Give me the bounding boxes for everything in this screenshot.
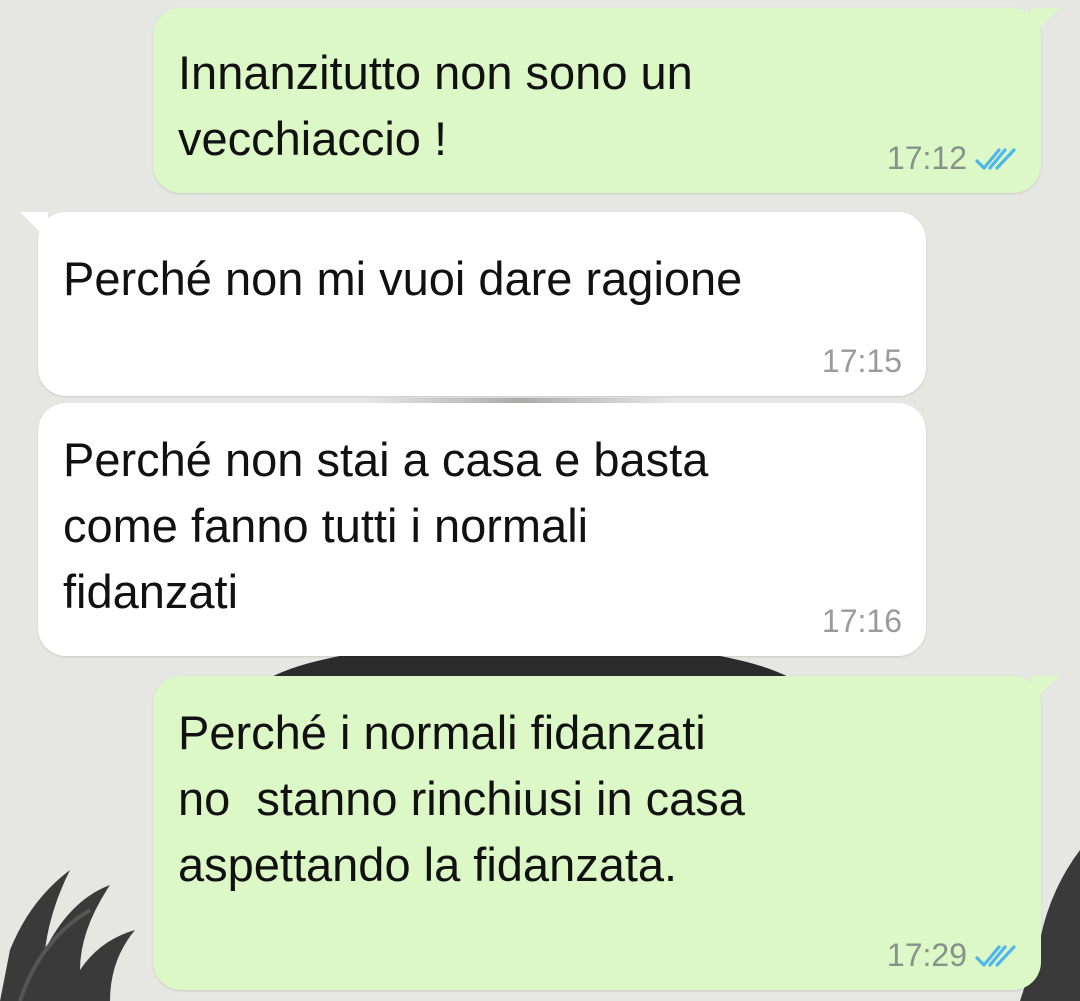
double-check-read-icon xyxy=(975,944,1016,967)
outgoing-message-bubble[interactable]: Perché i normali fidanzati no stanno rin… xyxy=(153,676,1059,990)
incoming-message-bubble[interactable]: Perché non mi vuoi dare ragione 17:15 xyxy=(20,212,926,396)
message-meta: 17:12 xyxy=(887,140,1017,177)
message-text: Perché non stai a casa e basta come fann… xyxy=(63,433,709,618)
message-time: 17:16 xyxy=(821,603,902,639)
bubble-tail xyxy=(1031,676,1059,704)
message-time: 17:29 xyxy=(886,937,967,973)
message-text: Perché i normali fidanzati no stanno rin… xyxy=(178,706,745,891)
bubble-tail xyxy=(1031,8,1059,36)
outgoing-message-bubble[interactable]: Innanzitutto non sono un vecchiaccio ! 1… xyxy=(153,8,1059,193)
wallpaper-figure-hair-left xyxy=(0,870,135,1001)
message-time: 17:15 xyxy=(821,343,902,379)
message-meta: 17:15 xyxy=(822,343,902,380)
incoming-message-bubble[interactable]: Perché non stai a casa e basta come fann… xyxy=(38,403,926,656)
message-meta: 17:29 xyxy=(887,937,1017,974)
message-text: Perché non mi vuoi dare ragione xyxy=(63,252,743,305)
message-meta: 17:16 xyxy=(822,603,902,640)
message-time: 17:12 xyxy=(886,140,967,176)
double-check-read-icon xyxy=(975,147,1016,170)
bubble-tail xyxy=(20,212,48,240)
message-text: Innanzitutto non sono un vecchiaccio ! xyxy=(178,46,693,165)
